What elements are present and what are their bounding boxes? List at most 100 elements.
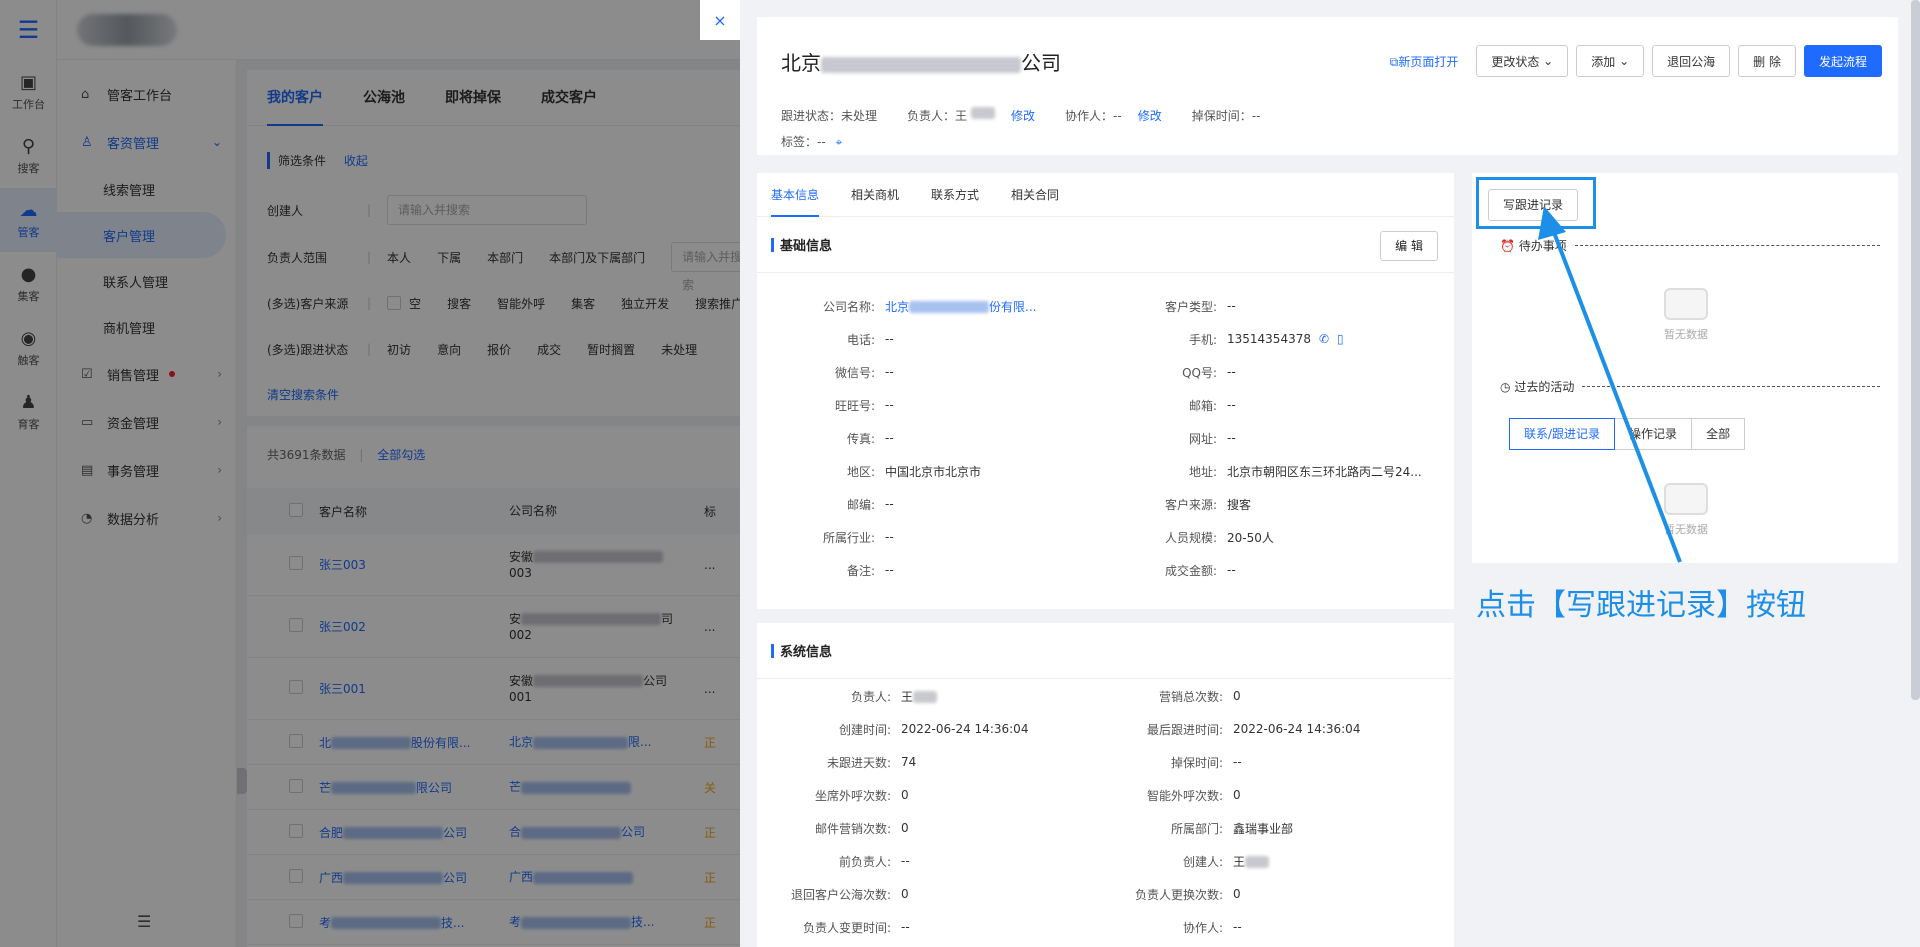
field-value: 王 <box>1233 853 1270 870</box>
edit-owner-link[interactable]: 修改 <box>1011 107 1035 124</box>
field-value: -- <box>885 332 894 346</box>
field-label: 邮编: <box>846 497 875 512</box>
return-pool-button[interactable]: 退回公海 <box>1652 45 1731 77</box>
seg-follow-records[interactable]: 联系/跟进记录 <box>1509 418 1616 450</box>
field-label: 客户来源: <box>1164 497 1217 512</box>
info-field: 创建人: 王 <box>1087 851 1270 871</box>
edit-assist-link[interactable]: 修改 <box>1138 107 1162 124</box>
field-value: 王 <box>901 688 938 705</box>
field-value: -- <box>1227 398 1236 412</box>
edit-button[interactable]: 编 辑 <box>1380 231 1438 261</box>
field-label: 智能外呼次数: <box>1146 788 1223 803</box>
field-value: 搜客 <box>1227 497 1252 512</box>
info-field: 邮编: -- <box>757 494 894 514</box>
field-label: 人员规模: <box>1164 530 1217 545</box>
info-field: 邮件营销次数: 0 <box>757 818 909 838</box>
info-field: 传真: -- <box>757 428 894 448</box>
field-value: 13514354378 ✆ ▯ <box>1227 332 1344 346</box>
tab-basic-info[interactable]: 基本信息 <box>771 173 820 217</box>
basic-info-header: 基础信息 编 辑 <box>757 217 1454 273</box>
field-value: -- <box>901 854 910 868</box>
field-label: 备注: <box>846 563 875 578</box>
field-label: 掉保时间: <box>1170 755 1223 770</box>
field-label: 负责人: <box>850 689 891 704</box>
field-value: -- <box>1227 299 1236 313</box>
seg-all[interactable]: 全部 <box>1691 418 1746 450</box>
field-value: -- <box>1227 563 1236 577</box>
field-label: 协作人: <box>1182 920 1223 935</box>
info-field: 负责人: 王 <box>757 686 938 706</box>
empty-inbox-icon <box>1664 288 1708 320</box>
open-new-page-link[interactable]: ⧉新页面打开 <box>1390 53 1459 70</box>
info-field: 公司名称: 北京 份有限... <box>757 296 1037 316</box>
field-value: 0 <box>1233 788 1241 802</box>
field-value: -- <box>885 497 894 511</box>
info-field: 所属行业: -- <box>757 527 894 547</box>
field-label: 网址: <box>1188 431 1217 446</box>
clock-icon: ◷ <box>1500 379 1511 394</box>
info-field: 前负责人: -- <box>757 851 910 871</box>
field-value: 鑫瑞事业部 <box>1233 821 1294 836</box>
add-button[interactable]: 添加 ⌄ <box>1576 45 1645 77</box>
annotation-text: 点击【写跟进记录】按钮 <box>1476 588 1806 623</box>
field-value: 2022-06-24 14:36:04 <box>901 722 1029 736</box>
field-value: 0 <box>901 887 909 901</box>
change-status-button[interactable]: 更改状态 ⌄ <box>1476 45 1569 77</box>
phone-icon[interactable]: ✆ <box>1319 332 1329 346</box>
field-label: 坐席外呼次数: <box>814 788 891 803</box>
detail-left-panel: 基本信息 相关商机 联系方式 相关合同 基础信息 编 辑 公司名称: 北京 份有限.… <box>757 173 1454 947</box>
info-field: 掉保时间: -- <box>1087 752 1242 772</box>
info-field: 地址: 北京市朝阳区东三环北路丙二号24... <box>1087 461 1422 481</box>
delete-button[interactable]: 删 除 <box>1738 45 1796 77</box>
header-actions: ⧉新页面打开 更改状态 ⌄ 添加 ⌄ 退回公海 删 除 发起流程 <box>1390 45 1882 77</box>
highlight-box <box>1476 177 1596 229</box>
field-label: 退回客户公海次数: <box>790 887 891 902</box>
tab-contacts[interactable]: 联系方式 <box>931 173 979 217</box>
field-label: 营销总次数: <box>1158 689 1223 704</box>
info-field: 人员规模: 20-50人 <box>1087 527 1274 547</box>
info-field: 所属部门: 鑫瑞事业部 <box>1087 818 1293 838</box>
field-value: -- <box>885 431 894 445</box>
field-value: -- <box>885 365 894 379</box>
info-field: 创建时间: 2022-06-24 14:36:04 <box>757 719 1029 739</box>
field-label: 公司名称: <box>822 299 875 314</box>
field-label: 负责人更换次数: <box>1134 887 1223 902</box>
field-label: 传真: <box>846 431 875 446</box>
start-flow-button[interactable]: 发起流程 <box>1803 45 1882 77</box>
field-value: 74 <box>901 755 917 769</box>
past-activities-header: ◷ 过去的活动 <box>1500 378 1880 395</box>
company-title: 北京 公司 <box>781 51 1061 75</box>
customer-detail-drawer: 北京 公司 跟进状态：未处理 负责人：王 修改 协作人：-- 修改 掉保时间：--… <box>740 0 1920 947</box>
info-field: 微信号: -- <box>757 362 894 382</box>
field-value[interactable]: 北京 份有限... <box>885 298 1036 315</box>
field-label: 前负责人: <box>838 854 891 869</box>
info-field: 负责人更换次数: 0 <box>1087 884 1241 904</box>
seg-operation-records[interactable]: 操作记录 <box>1614 418 1693 450</box>
tab-opportunities[interactable]: 相关商机 <box>851 173 899 217</box>
info-field: 退回客户公海次数: 0 <box>757 884 909 904</box>
field-label: 微信号: <box>834 365 875 380</box>
drawer-scrollbar[interactable] <box>1911 0 1920 700</box>
todo-empty: 暂无数据 <box>1656 288 1716 342</box>
info-field: 最后跟进时间: 2022-06-24 14:36:04 <box>1087 719 1361 739</box>
info-field: 坐席外呼次数: 0 <box>757 785 909 805</box>
alarm-clock-icon: ⏰ <box>1500 238 1515 253</box>
info-field: 协作人: -- <box>1087 917 1242 937</box>
field-value: -- <box>885 563 894 577</box>
info-field: 成交金额: -- <box>1087 560 1236 580</box>
field-value: 0 <box>1233 887 1241 901</box>
field-value: -- <box>885 530 894 544</box>
field-label: 创建时间: <box>838 722 891 737</box>
follow-up-panel: 写跟进记录 ⏰ 待办事项 暂无数据 ◷ 过去的活动 联系/跟进记录 操作记录 全… <box>1472 173 1898 563</box>
chevron-down-icon: ⌄ <box>1543 54 1554 68</box>
field-label: 电话: <box>846 332 875 347</box>
field-value: 北京市朝阳区东三环北路丙二号24... <box>1227 464 1422 479</box>
mobile-icon[interactable]: ▯ <box>1337 332 1344 346</box>
tab-contracts[interactable]: 相关合同 <box>1011 173 1059 217</box>
field-value: 20-50人 <box>1227 530 1274 545</box>
tag-edit-icon[interactable]: ⌖ <box>836 135 843 149</box>
detail-meta: 跟进状态：未处理 负责人：王 修改 协作人：-- 修改 掉保时间：-- <box>781 107 1261 124</box>
field-label: 手机: <box>1188 332 1217 347</box>
field-value: -- <box>1233 920 1242 934</box>
close-icon[interactable]: × <box>700 0 740 40</box>
